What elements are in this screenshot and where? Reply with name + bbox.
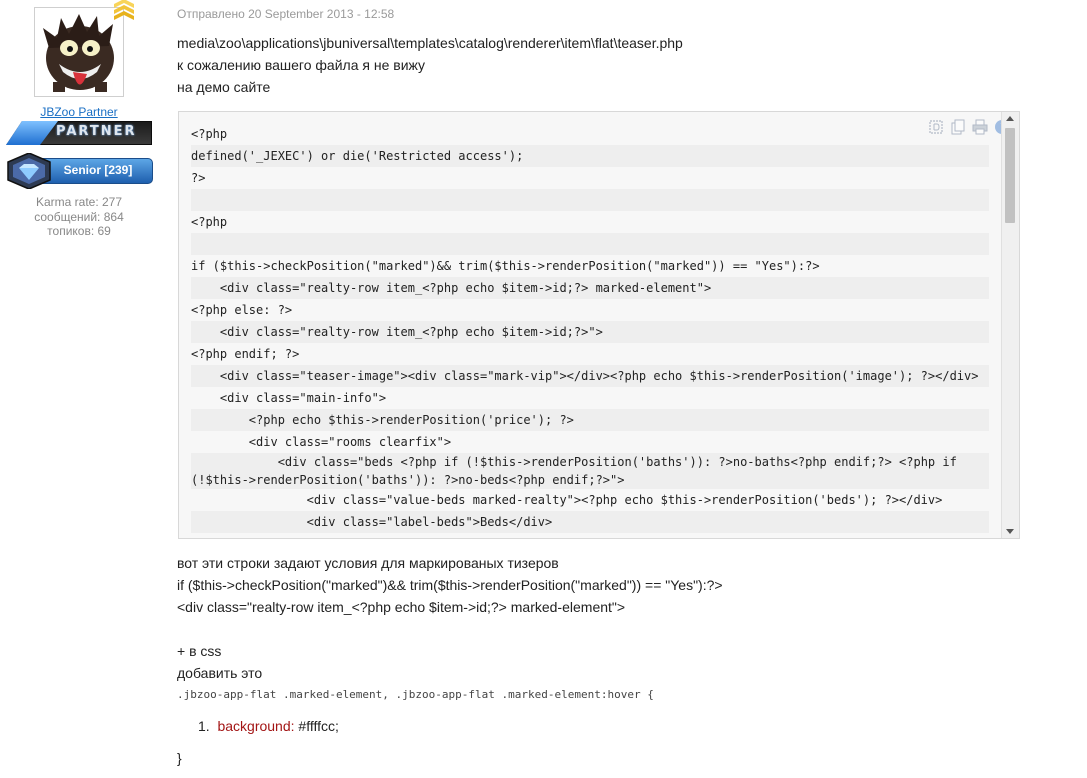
partner-badge: PARTNER bbox=[6, 121, 152, 145]
css-close-brace: } bbox=[177, 750, 182, 766]
intro-text-line: на демо сайте bbox=[177, 79, 271, 95]
code-line: <?php else: ?> bbox=[191, 303, 293, 317]
code-line: <div class="realty-row item_<?php echo $… bbox=[191, 277, 989, 299]
diamond-icon bbox=[7, 153, 51, 189]
post-date: Отправлено 20 September 2013 - 12:58 bbox=[177, 7, 395, 21]
user-stats: Karma rate: 277 сообщений: 864 топиков: … bbox=[0, 195, 158, 239]
code-line bbox=[191, 189, 989, 211]
avatar[interactable] bbox=[34, 7, 124, 97]
explanation-text: вот эти строки задают условия для маркир… bbox=[177, 555, 559, 571]
css-property: background: bbox=[217, 718, 295, 734]
karma-rate: Karma rate: 277 bbox=[35, 195, 123, 209]
code-line: defined('_JEXEC') or die('Restricted acc… bbox=[191, 145, 989, 167]
css-selector-text: .jbzoo-app-flat .marked-element, .jbzoo-… bbox=[177, 688, 654, 701]
rank-badge: Senior [239] bbox=[6, 153, 153, 189]
css-add-text: добавить это bbox=[177, 665, 263, 681]
topic-count: топиков: 69 bbox=[47, 224, 111, 238]
code-line: <div class="teaser-image"><div class="ma… bbox=[191, 365, 989, 387]
code-lines: <?php defined('_JEXEC') or die('Restrict… bbox=[191, 123, 989, 533]
user-panel: JBZoo Partner PARTNER Senior [239] Karma… bbox=[0, 0, 160, 260]
code-block[interactable]: <?php defined('_JEXEC') or die('Restrict… bbox=[178, 111, 1020, 539]
code-line bbox=[191, 233, 989, 255]
message-count: сообщений: 864 bbox=[34, 209, 124, 224]
condition-code-text: <div class="realty-row item_<?php echo $… bbox=[177, 599, 626, 615]
list-number: 1. bbox=[198, 718, 210, 734]
file-path-text: media\zoo\applications\jbuniversal\templ… bbox=[177, 35, 683, 51]
code-line: <div class="realty-row item_<?php echo $… bbox=[191, 321, 989, 343]
code-line: <div class="label-beds">Beds</div> bbox=[191, 511, 989, 533]
code-line: if ($this->checkPosition("marked")&& tri… bbox=[191, 259, 820, 273]
code-line: <?php bbox=[191, 215, 228, 229]
code-line: <?php echo $this->renderPosition('price'… bbox=[191, 409, 989, 431]
code-line: ?> bbox=[191, 171, 206, 185]
code-line: <div class="beds <?php if (!$this->rende… bbox=[191, 453, 989, 489]
username-link[interactable]: JBZoo Partner bbox=[0, 105, 158, 119]
code-line: <div class="main-info"> bbox=[191, 391, 387, 405]
condition-code-text: if ($this->checkPosition("marked")&& tri… bbox=[177, 577, 723, 593]
code-scrollbar[interactable] bbox=[1001, 112, 1019, 538]
scrollbar-thumb[interactable] bbox=[1005, 128, 1015, 223]
css-list-item: 1. background: #ffffcc; bbox=[198, 718, 339, 734]
rank-badge-label: Senior [239] bbox=[63, 163, 133, 177]
code-line: <?php endif; ?> bbox=[191, 347, 300, 361]
scroll-up-arrow-icon[interactable] bbox=[1006, 116, 1014, 121]
rank-stripes-icon bbox=[114, 0, 134, 20]
css-value: #ffffcc; bbox=[294, 718, 339, 734]
code-line: <?php bbox=[191, 127, 228, 141]
intro-text-line: к сожалению вашего файла я не вижу bbox=[177, 57, 426, 73]
monster-avatar-image bbox=[35, 8, 123, 96]
partner-badge-label: PARTNER bbox=[56, 124, 137, 139]
code-line: <div class="value-beds marked-realty"><?… bbox=[191, 493, 943, 507]
css-intro-text: + в css bbox=[177, 643, 222, 659]
code-line: <div class="rooms clearfix"> bbox=[191, 435, 452, 449]
scroll-down-arrow-icon[interactable] bbox=[1006, 529, 1014, 534]
